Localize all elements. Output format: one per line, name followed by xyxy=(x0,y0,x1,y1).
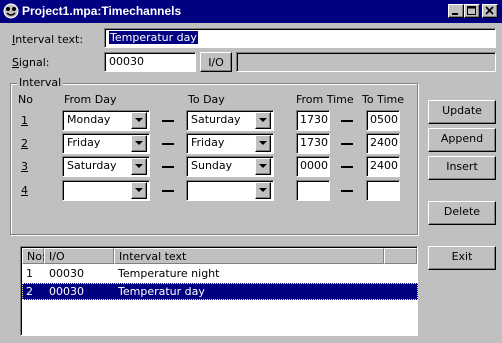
chevron-down-icon xyxy=(259,164,267,168)
chevron-down-icon xyxy=(135,118,143,122)
list-item[interactable]: 1 00030 Temperature night xyxy=(22,265,418,282)
append-button[interactable]: Append xyxy=(428,128,496,152)
to-time-input[interactable]: 0500 xyxy=(366,110,400,131)
col-header-no: No xyxy=(18,93,33,106)
list-header-no[interactable]: No: xyxy=(22,248,46,264)
to-day-select[interactable] xyxy=(186,180,274,201)
interval-text-input[interactable]: Temperatur day xyxy=(104,28,496,48)
minimize-icon xyxy=(452,13,458,15)
update-button[interactable]: Update xyxy=(428,100,496,124)
range-dash xyxy=(162,166,174,168)
chevron-down-icon xyxy=(135,164,143,168)
from-day-select[interactable]: Monday xyxy=(62,110,150,131)
range-dash xyxy=(162,120,174,122)
to-day-select[interactable]: Sunday xyxy=(186,156,274,177)
insert-button[interactable]: Insert xyxy=(428,156,496,180)
from-day-select[interactable]: Saturday xyxy=(62,156,150,177)
chevron-down-icon xyxy=(135,188,143,192)
to-time-input[interactable]: 2400 xyxy=(366,133,400,154)
dropdown-arrow-button[interactable] xyxy=(131,112,147,129)
list-header-filler xyxy=(384,248,417,264)
dropdown-arrow-button[interactable] xyxy=(255,135,271,152)
range-dash xyxy=(162,190,174,192)
range-dash xyxy=(341,190,353,192)
row-number: 2 xyxy=(21,137,28,150)
range-dash xyxy=(162,143,174,145)
dropdown-arrow-button[interactable] xyxy=(255,182,271,199)
col-header-to-time: To Time xyxy=(362,93,404,106)
range-dash xyxy=(341,166,353,168)
list-item-selected[interactable]: 2 00030 Temperatur day xyxy=(22,283,418,300)
dropdown-arrow-button[interactable] xyxy=(131,158,147,175)
to-day-select[interactable]: Friday xyxy=(186,133,274,154)
exit-button[interactable]: Exit xyxy=(428,246,496,270)
to-time-input[interactable] xyxy=(366,180,400,201)
signal-label: Signal: xyxy=(12,56,50,69)
col-header-to-day: To Day xyxy=(188,93,225,106)
from-time-input[interactable]: 1730 xyxy=(296,110,330,131)
io-button[interactable]: I/O xyxy=(200,52,232,72)
title-bar[interactable]: Project1.mpa:Timechannels xyxy=(0,0,502,23)
from-time-input[interactable] xyxy=(296,180,330,201)
from-time-input[interactable]: 0000 xyxy=(296,156,330,177)
row-number: 4 xyxy=(21,184,28,197)
dropdown-arrow-button[interactable] xyxy=(131,182,147,199)
close-button[interactable] xyxy=(482,4,498,18)
to-day-select[interactable]: Saturday xyxy=(186,110,274,131)
dropdown-arrow-button[interactable] xyxy=(255,112,271,129)
col-header-from-time: From Time xyxy=(296,93,354,106)
row-number: 1 xyxy=(21,114,28,127)
range-dash xyxy=(341,120,353,122)
interval-group-legend: Interval xyxy=(17,76,64,89)
dropdown-arrow-button[interactable] xyxy=(131,135,147,152)
row-number: 3 xyxy=(21,160,28,173)
signal-input[interactable]: 00030 xyxy=(104,52,196,72)
window-title: Project1.mpa:Timechannels xyxy=(22,4,182,18)
from-day-select[interactable]: Friday xyxy=(62,133,150,154)
from-day-select[interactable] xyxy=(62,180,150,201)
maximize-button[interactable] xyxy=(464,4,480,18)
interval-text-label: Interval text: xyxy=(12,33,84,46)
minimize-button[interactable] xyxy=(448,4,464,18)
interval-list[interactable]: No: I/O Interval text 1 00030 Temperatur… xyxy=(20,246,418,336)
app-icon xyxy=(3,3,19,19)
chevron-down-icon xyxy=(259,141,267,145)
close-icon xyxy=(485,6,494,15)
from-time-input[interactable]: 1730 xyxy=(296,133,330,154)
signal-description-field xyxy=(236,52,496,72)
dropdown-arrow-button[interactable] xyxy=(255,158,271,175)
chevron-down-icon xyxy=(259,188,267,192)
maximize-icon xyxy=(467,6,476,15)
chevron-down-icon xyxy=(259,118,267,122)
delete-button[interactable]: Delete xyxy=(428,201,496,225)
list-header-io[interactable]: I/O xyxy=(44,248,114,264)
col-header-from-day: From Day xyxy=(64,93,117,106)
to-time-input[interactable]: 2400 xyxy=(366,156,400,177)
range-dash xyxy=(341,143,353,145)
chevron-down-icon xyxy=(135,141,143,145)
list-header-interval-text[interactable]: Interval text xyxy=(114,248,384,264)
